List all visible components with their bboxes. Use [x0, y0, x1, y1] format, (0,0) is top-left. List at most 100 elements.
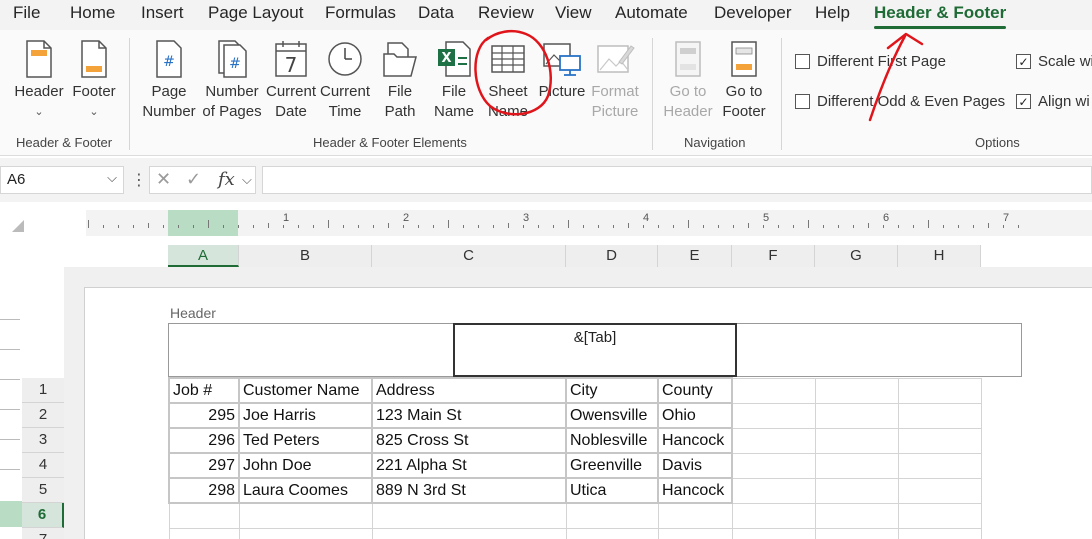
column-header-h[interactable]: H — [898, 245, 981, 267]
table-cell[interactable] — [814, 427, 899, 454]
table-cell[interactable] — [731, 377, 816, 404]
table-cell[interactable] — [731, 402, 816, 429]
table-header-cell[interactable]: County — [657, 377, 733, 404]
table-cell[interactable]: 298 — [168, 477, 240, 504]
file-name-button[interactable]: X File Name — [432, 40, 476, 122]
tab-formulas[interactable]: Formulas — [325, 3, 396, 23]
table-cell[interactable] — [371, 527, 567, 539]
table-cell[interactable] — [371, 502, 567, 529]
table-cell[interactable] — [731, 502, 816, 529]
table-cell[interactable] — [238, 502, 373, 529]
footer-button[interactable]: Footer ⌄ — [70, 40, 118, 122]
chevron-down-icon[interactable]: ⌵ — [242, 172, 252, 188]
header-center-section[interactable]: &[Tab] — [453, 323, 737, 377]
tab-home[interactable]: Home — [70, 3, 115, 23]
scale-with-document-option[interactable]: ✓ Scale wi — [1016, 53, 1092, 70]
column-header-a[interactable]: A — [168, 245, 239, 267]
column-header-g[interactable]: G — [815, 245, 898, 267]
table-cell[interactable] — [897, 402, 982, 429]
table-cell[interactable]: Hancock — [657, 427, 733, 454]
table-cell[interactable] — [897, 452, 982, 479]
sheet-name-button[interactable]: Sheet Name — [484, 40, 532, 122]
table-header-cell[interactable]: Address — [371, 377, 567, 404]
table-cell[interactable] — [897, 527, 982, 539]
table-cell[interactable] — [897, 477, 982, 504]
tab-automate[interactable]: Automate — [615, 3, 688, 23]
checkbox-checked[interactable]: ✓ — [1016, 54, 1031, 69]
header-right-section[interactable] — [737, 324, 1021, 376]
cancel-icon[interactable]: ✕ — [156, 169, 171, 190]
column-header-d[interactable]: D — [566, 245, 658, 267]
checkbox-unchecked[interactable] — [795, 54, 810, 69]
tab-developer[interactable]: Developer — [714, 3, 792, 23]
tab-view[interactable]: View — [555, 3, 592, 23]
table-cell[interactable]: 825 Cross St — [371, 427, 567, 454]
column-header-e[interactable]: E — [658, 245, 732, 267]
chevron-down-icon[interactable]: ⌵ — [107, 170, 117, 186]
goto-header-button[interactable]: Go to Header — [661, 40, 715, 122]
table-cell[interactable]: 123 Main St — [371, 402, 567, 429]
current-date-button[interactable]: 7 Current Date — [265, 40, 317, 122]
picture-button[interactable]: Picture — [538, 40, 586, 102]
table-cell[interactable] — [814, 402, 899, 429]
table-cell[interactable] — [565, 527, 659, 539]
table-cell[interactable]: Noblesville — [565, 427, 659, 454]
different-first-page-option[interactable]: Different First Page — [795, 53, 946, 70]
row-header-5[interactable]: 5 — [22, 478, 64, 503]
tab-review[interactable]: Review — [478, 3, 534, 23]
current-time-button[interactable]: Current Time — [319, 40, 371, 122]
format-picture-button[interactable]: Format Picture — [590, 40, 640, 122]
table-cell[interactable]: Greenville — [565, 452, 659, 479]
enter-icon[interactable]: ✓ — [186, 169, 201, 190]
table-cell[interactable] — [814, 452, 899, 479]
table-cell[interactable]: 295 — [168, 402, 240, 429]
table-cell[interactable]: Laura Coomes — [238, 477, 373, 504]
tab-help[interactable]: Help — [815, 3, 850, 23]
table-cell[interactable]: 221 Alpha St — [371, 452, 567, 479]
table-cell[interactable] — [814, 477, 899, 504]
table-cell[interactable] — [814, 527, 899, 539]
goto-footer-button[interactable]: Go to Footer — [718, 40, 770, 122]
table-cell[interactable] — [897, 502, 982, 529]
tab-insert[interactable]: Insert — [141, 3, 184, 23]
table-cell[interactable] — [168, 502, 240, 529]
column-header-f[interactable]: F — [732, 245, 815, 267]
page-number-button[interactable]: # Page Number — [142, 40, 196, 122]
table-cell[interactable]: Joe Harris — [238, 402, 373, 429]
table-cell[interactable] — [731, 477, 816, 504]
select-all-corner[interactable] — [12, 220, 24, 232]
checkbox-unchecked[interactable] — [795, 94, 810, 109]
table-cell[interactable] — [565, 502, 659, 529]
different-odd-even-option[interactable]: Different Odd & Even Pages — [795, 93, 1005, 110]
name-box[interactable]: A6 ⌵ — [0, 166, 124, 194]
table-cell[interactable] — [731, 452, 816, 479]
header-left-section[interactable] — [169, 324, 453, 376]
row-header-7[interactable]: 7 — [22, 528, 64, 539]
table-cell[interactable] — [814, 377, 899, 404]
table-cell[interactable] — [657, 502, 733, 529]
column-header-c[interactable]: C — [372, 245, 566, 267]
table-cell[interactable]: John Doe — [238, 452, 373, 479]
tab-page-layout[interactable]: Page Layout — [208, 3, 303, 23]
tab-file[interactable]: File — [13, 3, 40, 23]
table-cell[interactable]: Owensville — [565, 402, 659, 429]
table-cell[interactable]: 297 — [168, 452, 240, 479]
table-cell[interactable] — [731, 527, 816, 539]
table-cell[interactable] — [238, 527, 373, 539]
header-button[interactable]: Header ⌄ — [12, 40, 66, 122]
table-cell[interactable] — [897, 427, 982, 454]
table-header-cell[interactable]: Customer Name — [238, 377, 373, 404]
column-header-b[interactable]: B — [239, 245, 372, 267]
table-cell[interactable]: Davis — [657, 452, 733, 479]
table-cell[interactable]: Hancock — [657, 477, 733, 504]
table-cell[interactable] — [657, 527, 733, 539]
checkbox-checked[interactable]: ✓ — [1016, 94, 1031, 109]
row-header-4[interactable]: 4 — [22, 453, 64, 478]
align-with-margins-option[interactable]: ✓ Align wi — [1016, 93, 1090, 110]
number-of-pages-button[interactable]: # Number of Pages — [202, 40, 262, 122]
table-cell[interactable]: 296 — [168, 427, 240, 454]
tab-data[interactable]: Data — [418, 3, 454, 23]
function-icon[interactable]: fx — [218, 169, 235, 190]
tab-header-footer[interactable]: Header & Footer — [874, 3, 1007, 29]
table-cell[interactable]: Ohio — [657, 402, 733, 429]
